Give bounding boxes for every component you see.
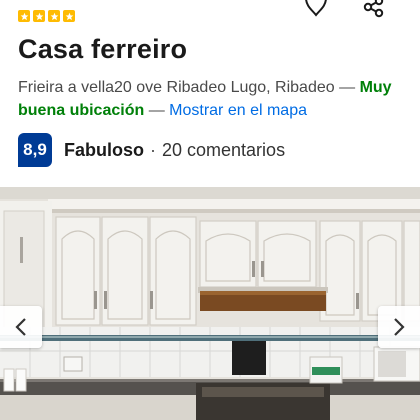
property-address: Frieira a vella20 ove Ribadeo Lugo, Riba… (18, 76, 414, 122)
star-icon (63, 10, 75, 22)
star-icon (18, 10, 30, 22)
review-summary[interactable]: 8,9 Fabuloso · 20 comentarios (18, 133, 285, 167)
next-photo-button[interactable] (378, 306, 420, 348)
chevron-right-icon (394, 318, 405, 336)
share-icon[interactable] (360, 0, 386, 20)
address-separator: — (339, 79, 356, 96)
review-score-badge: 8,9 (18, 133, 52, 167)
review-count[interactable]: 20 comentarios (162, 140, 285, 161)
address-text: Frieira a vella20 ove Ribadeo Lugo, Riba… (18, 79, 335, 96)
property-photo[interactable] (0, 187, 420, 420)
top-bar (0, 0, 420, 34)
chevron-left-icon (15, 318, 26, 336)
property-title: Casa ferreiro (18, 34, 188, 64)
star-icon (48, 10, 60, 22)
rating-separator: · (150, 139, 156, 160)
kitchen-photo (0, 187, 420, 420)
heart-icon[interactable] (302, 0, 330, 20)
previous-photo-button[interactable] (0, 306, 42, 348)
star-rating (18, 10, 75, 22)
star-icon (33, 10, 45, 22)
address-separator: — (148, 102, 165, 119)
show-on-map-link[interactable]: Mostrar en el mapa (169, 102, 307, 119)
review-score-label: Fabuloso (64, 139, 144, 160)
